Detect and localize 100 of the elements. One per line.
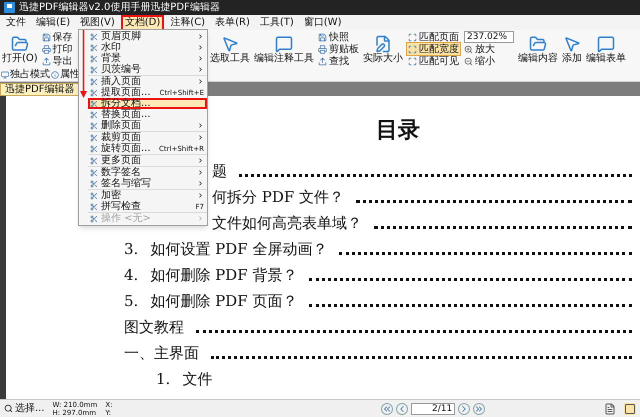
fit-icon <box>408 32 417 42</box>
toolbar-button[interactable]: 剪贴板 <box>318 43 359 55</box>
toc-entry: 如何删除 PDF 背景？ <box>150 266 298 284</box>
menu-entry[interactable]: 数字签名 <box>88 167 207 178</box>
printer-icon <box>42 44 51 54</box>
toolbar-button[interactable]: 选取工具 <box>208 31 252 67</box>
menu-item[interactable]: 工具(T) <box>258 16 296 28</box>
first-page-icon[interactable] <box>381 402 394 414</box>
scissors-icon <box>90 214 98 222</box>
item-number: 3. <box>124 240 138 258</box>
menu-entry[interactable]: 加密 <box>88 190 207 201</box>
menu-entry[interactable]: 删除页面 <box>88 120 207 131</box>
menu-item[interactable]: 编辑(E) <box>34 16 72 28</box>
page-field[interactable]: 2/11 <box>411 402 456 414</box>
menu-item[interactable]: 注释(C) <box>168 16 208 28</box>
pointer-icon <box>563 34 581 52</box>
menu-item[interactable]: 文件 <box>4 16 28 28</box>
toolbar-button[interactable]: 属性 <box>51 69 80 80</box>
upload-icon <box>318 56 327 66</box>
toolbar-button[interactable]: 添加 <box>560 31 584 67</box>
menu-entry[interactable]: 水印 <box>88 42 207 53</box>
logo-icon <box>4 2 15 13</box>
scissors-icon <box>90 192 98 200</box>
scissors-icon <box>90 144 98 152</box>
toolbar-button[interactable]: 打印 <box>42 43 73 55</box>
menu-item[interactable]: 视图(V) <box>78 16 117 28</box>
monitor-icon <box>1 70 9 78</box>
fit-icon <box>408 44 417 54</box>
toolbar-button[interactable]: 查找 <box>318 55 359 67</box>
upload-icon <box>42 56 51 66</box>
pointer-icon <box>221 34 239 52</box>
menu-entry[interactable]: 签名与缩写 <box>88 178 207 189</box>
printer-icon <box>318 44 327 54</box>
menu-entry[interactable]: 插入页面 <box>88 76 207 87</box>
zoom-in-icon <box>464 45 473 54</box>
toolbar-button[interactable]: 导出 <box>42 55 73 67</box>
speech-bubble-icon <box>597 34 615 52</box>
speech-bubble-icon <box>275 34 293 52</box>
toolbar-button[interactable]: 放大 <box>464 44 514 55</box>
zoom-field[interactable]: 237.02% <box>464 31 514 43</box>
zoom-out-icon <box>464 57 473 66</box>
item-number: 1. <box>156 370 170 388</box>
toc-entry: 如何删除 PDF 页面？ <box>150 292 298 310</box>
folder-icon <box>10 34 29 52</box>
toolbar-button[interactable]: 实际大小 <box>361 31 405 67</box>
scissors-icon <box>90 78 98 86</box>
menu-entry[interactable]: 裁剪页面 <box>88 132 207 143</box>
fit-icon <box>408 56 417 66</box>
toc-entry: 图文教程 <box>124 318 184 336</box>
document-tab[interactable]: 迅捷PDF编辑器 <box>0 83 80 96</box>
last-page-icon[interactable] <box>473 402 486 414</box>
fit-toggle[interactable]: 匹配可见 <box>407 55 460 67</box>
scissors-icon <box>90 156 98 164</box>
toolbar-button[interactable]: 打开(O) <box>0 31 40 67</box>
toc-entry: 何拆分 PDF 文件？ <box>212 188 344 206</box>
pointer-arrow <box>80 30 87 98</box>
toc-entry: 一、主界面 <box>124 344 199 362</box>
menu-entry[interactable]: 贝茨编号 <box>88 64 207 75</box>
document-heading: 目录 <box>376 116 420 144</box>
scissors-icon <box>90 32 98 40</box>
menu-entry[interactable]: 替换页面... <box>88 109 207 120</box>
edit-document-icon <box>374 34 392 52</box>
toolbar-button[interactable]: 快照 <box>318 31 359 43</box>
menu-entry[interactable]: 背景 <box>88 53 207 64</box>
scissors-icon <box>90 122 98 130</box>
toolbar-button[interactable]: 编辑表单 <box>584 31 628 67</box>
menu-item[interactable]: 窗口(W) <box>302 16 344 28</box>
menu-entry[interactable]: 拆分文档... <box>88 98 207 109</box>
info-icon <box>51 70 59 78</box>
toolbar-button[interactable]: 编辑注释工具 <box>252 31 316 67</box>
scissors-icon <box>90 110 98 118</box>
toolbar-button[interactable]: 独占模式 <box>1 69 50 80</box>
menu-item[interactable]: 表单(R) <box>213 16 252 28</box>
scissors-icon <box>90 180 98 188</box>
toc-entry: 题 <box>212 162 227 180</box>
toc-entry: 文件 <box>182 370 212 388</box>
next-page-icon[interactable] <box>458 402 470 414</box>
single-page-icon[interactable] <box>604 402 616 414</box>
scissors-icon <box>90 44 98 52</box>
toolbar-button[interactable]: 编辑内容 <box>516 31 560 67</box>
scissors-icon <box>90 66 98 74</box>
tool-select[interactable]: 选择... <box>4 404 45 414</box>
toolbar-button[interactable]: 缩小 <box>464 56 514 67</box>
scissors-icon <box>90 88 98 96</box>
fit-toggle[interactable]: 匹配页面 <box>407 31 460 43</box>
scissors-icon <box>90 134 98 142</box>
folder-icon <box>529 34 547 52</box>
toolbar-button[interactable]: 保存 <box>42 31 73 43</box>
menu-item[interactable]: 文档(D) <box>122 16 162 28</box>
toc-entry: 文件如何高亮表单域？ <box>212 214 362 232</box>
previous-page-icon[interactable] <box>396 402 408 414</box>
item-number: 4. <box>124 266 138 284</box>
scissors-icon <box>90 54 98 62</box>
menu-entry[interactable]: 页眉页脚 <box>88 31 207 42</box>
item-number: 5. <box>124 292 138 310</box>
fit-toggle[interactable]: 匹配宽度 <box>407 43 460 55</box>
menu-entry[interactable]: 更多页面 <box>88 155 207 166</box>
scissors-icon <box>90 100 98 108</box>
scissors-icon <box>90 202 98 210</box>
toc-entry: 如何设置 PDF 全屏动画？ <box>150 240 328 258</box>
